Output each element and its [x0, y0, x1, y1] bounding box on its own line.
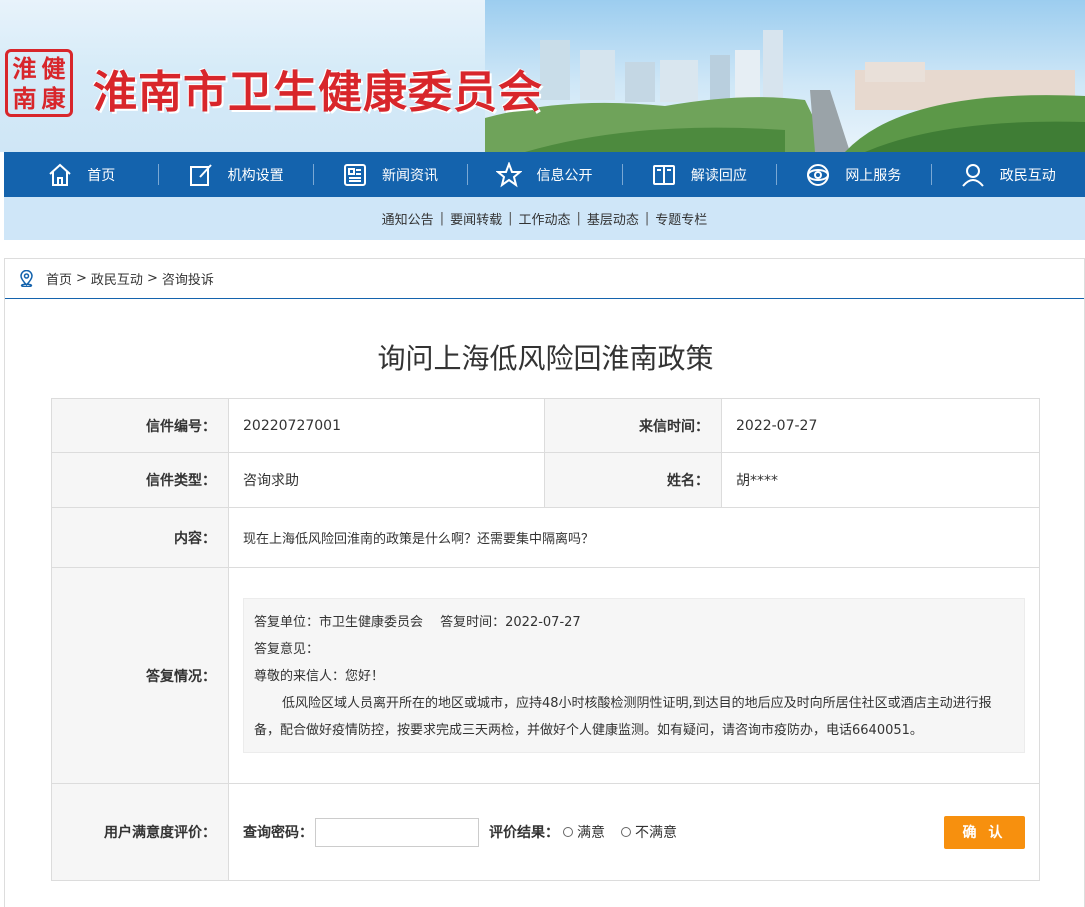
reply-label: 答复情况： — [51, 567, 229, 784]
site-title: 淮南市卫生健康委员会 — [93, 67, 543, 118]
reply-body: 低风险区域人员离开所在的地区或城市，应持48小时核酸检测阴性证明,到达目的地后应… — [254, 696, 992, 738]
evaluation-cell: 查询密码： 评价结果： 满意 不满意 确 认 — [228, 783, 1040, 881]
sub-nav: 通知公告 | 要闻转载 | 工作动态 | 基层动态 | 专题专栏 — [4, 197, 1085, 240]
nav-item-online-service[interactable]: 网上服务 — [776, 152, 930, 197]
main-nav: 首页 机构设置 新闻资讯 信息公开 解读回应 网上服务 政民互动 — [4, 152, 1085, 197]
user-icon — [961, 163, 984, 187]
letter-type-label: 信件类型： — [51, 452, 229, 508]
nav-item-news[interactable]: 新闻资讯 — [312, 152, 467, 197]
home-icon — [49, 163, 71, 186]
content-panel: 首页 > 政民互动 > 咨询投诉 询问上海低风险回淮南政策 信件编号： 2022… — [4, 258, 1085, 907]
content-label: 内容： — [51, 507, 229, 568]
evaluation-result-label: 评价结果： — [489, 825, 559, 841]
table-row: 信件编号： 20220727001 来信时间： 2022-07-27 — [51, 398, 1040, 453]
nav-item-label: 政民互动 — [999, 167, 1056, 184]
reply-cell: 答复单位：市卫生健康委员会 答复时间：2022-07-27 答复意见： 尊敬的来… — [228, 567, 1040, 784]
subnav-separator: | — [439, 211, 445, 226]
content-value: 现在上海低风险回淮南的政策是什么啊？还需要集中隔离吗？ — [228, 507, 1040, 568]
reply-opinion-label: 答复意见： — [254, 642, 320, 657]
site-seal-logo: 淮健 南康 — [5, 49, 73, 117]
letter-time-label: 来信时间： — [544, 398, 722, 453]
subnav-link-special[interactable]: 专题专栏 — [655, 209, 707, 228]
nav-item-organization[interactable]: 机构设置 — [158, 152, 312, 197]
breadcrumb-separator: > — [76, 271, 87, 286]
radio-circle-icon — [621, 827, 631, 837]
table-row: 答复情况： 答复单位：市卫生健康委员会 答复时间：2022-07-27 答复意见… — [51, 567, 1040, 784]
star-icon — [496, 161, 523, 187]
table-row: 用户满意度评价： 查询密码： 评价结果： 满意 不满意 确 认 — [51, 783, 1040, 881]
breadcrumb-home[interactable]: 首页 — [46, 269, 72, 288]
letter-time-value: 2022-07-27 — [721, 398, 1040, 453]
breadcrumb-section[interactable]: 政民互动 — [91, 269, 143, 288]
letter-no-label: 信件编号： — [51, 398, 229, 453]
radio-satisfied[interactable]: 满意 — [563, 822, 605, 842]
subnav-separator: | — [508, 211, 513, 226]
confirm-button[interactable]: 确 认 — [944, 815, 1025, 849]
nav-item-label: 网上服务 — [845, 167, 902, 184]
nav-item-label: 新闻资讯 — [382, 167, 439, 184]
letter-type-value: 咨询求助 — [228, 452, 545, 508]
query-password-label: 查询密码： — [243, 825, 313, 841]
edit-icon — [189, 163, 212, 186]
evaluation-label: 用户满意度评价： — [51, 783, 229, 881]
letter-no-value: 20220727001 — [228, 398, 545, 453]
nav-item-home[interactable]: 首页 — [4, 152, 158, 197]
subnav-separator: | — [576, 211, 581, 226]
letter-detail-table: 信件编号： 20220727001 来信时间： 2022-07-27 信件类型：… — [51, 398, 1040, 881]
nav-item-label: 解读回应 — [690, 167, 747, 184]
query-password-input[interactable] — [315, 817, 479, 847]
header-banner: 淮健 南康 淮南市卫生健康委员会 — [0, 0, 1085, 152]
nav-item-label: 信息公开 — [536, 167, 593, 184]
radio-unsatisfied[interactable]: 不满意 — [621, 822, 677, 842]
sender-name-value: 胡**** — [721, 452, 1040, 508]
news-icon — [344, 163, 367, 186]
table-row: 信件类型： 咨询求助 姓名： 胡**** — [51, 452, 1040, 508]
location-pin-icon — [20, 270, 33, 287]
nav-item-label: 首页 — [87, 167, 116, 184]
reply-unit-line: 答复单位：市卫生健康委员会 答复时间：2022-07-27 — [254, 615, 581, 630]
nav-item-interaction[interactable]: 政民互动 — [930, 152, 1085, 197]
breadcrumb: 首页 > 政民互动 > 咨询投诉 — [5, 259, 1084, 299]
table-row: 内容： 现在上海低风险回淮南的政策是什么啊？还需要集中隔离吗？ — [51, 507, 1040, 568]
subnav-link-work-news[interactable]: 工作动态 — [518, 209, 570, 228]
breadcrumb-current[interactable]: 咨询投诉 — [162, 269, 214, 288]
radio-label: 不满意 — [635, 825, 677, 841]
radio-circle-icon — [563, 827, 573, 837]
nav-item-info-public[interactable]: 信息公开 — [467, 152, 621, 197]
reply-greeting: 尊敬的来信人：您好！ — [254, 669, 385, 684]
nav-item-label: 机构设置 — [227, 167, 284, 184]
reply-box: 答复单位：市卫生健康委员会 答复时间：2022-07-27 答复意见： 尊敬的来… — [243, 598, 1025, 753]
nav-item-interpretation[interactable]: 解读回应 — [621, 152, 776, 197]
subnav-link-reprints[interactable]: 要闻转载 — [450, 209, 502, 228]
sender-name-label: 姓名： — [544, 452, 722, 508]
book-icon — [652, 164, 675, 185]
subnav-link-notices[interactable]: 通知公告 — [382, 209, 434, 228]
subnav-separator: | — [644, 211, 650, 226]
letter-title: 询问上海低风险回淮南政策 — [377, 342, 714, 375]
evaluation-form: 查询密码： 评价结果： 满意 不满意 确 认 — [229, 815, 1039, 849]
radio-label: 满意 — [577, 825, 605, 841]
globe-icon — [807, 163, 830, 186]
city-skyline-image — [485, 30, 1085, 152]
breadcrumb-separator: > — [146, 271, 158, 286]
subnav-link-grassroots[interactable]: 基层动态 — [587, 209, 639, 228]
